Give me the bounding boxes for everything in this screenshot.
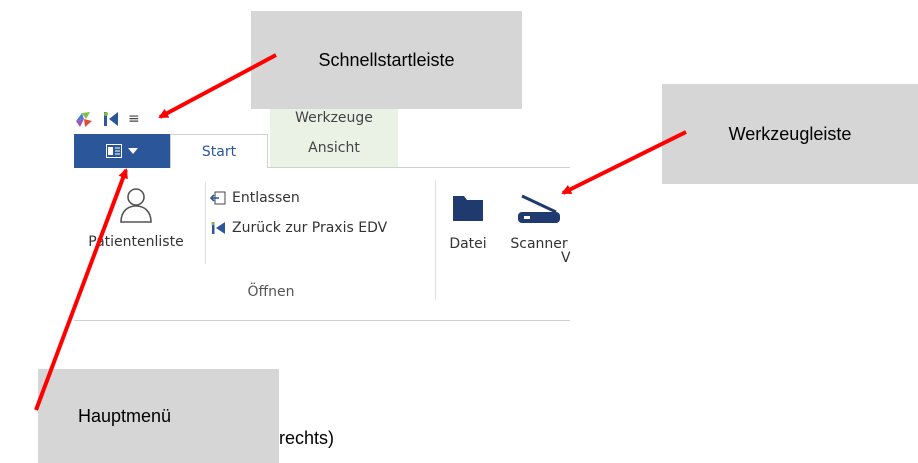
arrow-werkzeugleiste: [561, 130, 687, 195]
arrow-schnellstartleiste: [158, 53, 277, 119]
arrows-overlay: [34, 53, 687, 411]
arrow-hauptmenue: [34, 168, 128, 411]
